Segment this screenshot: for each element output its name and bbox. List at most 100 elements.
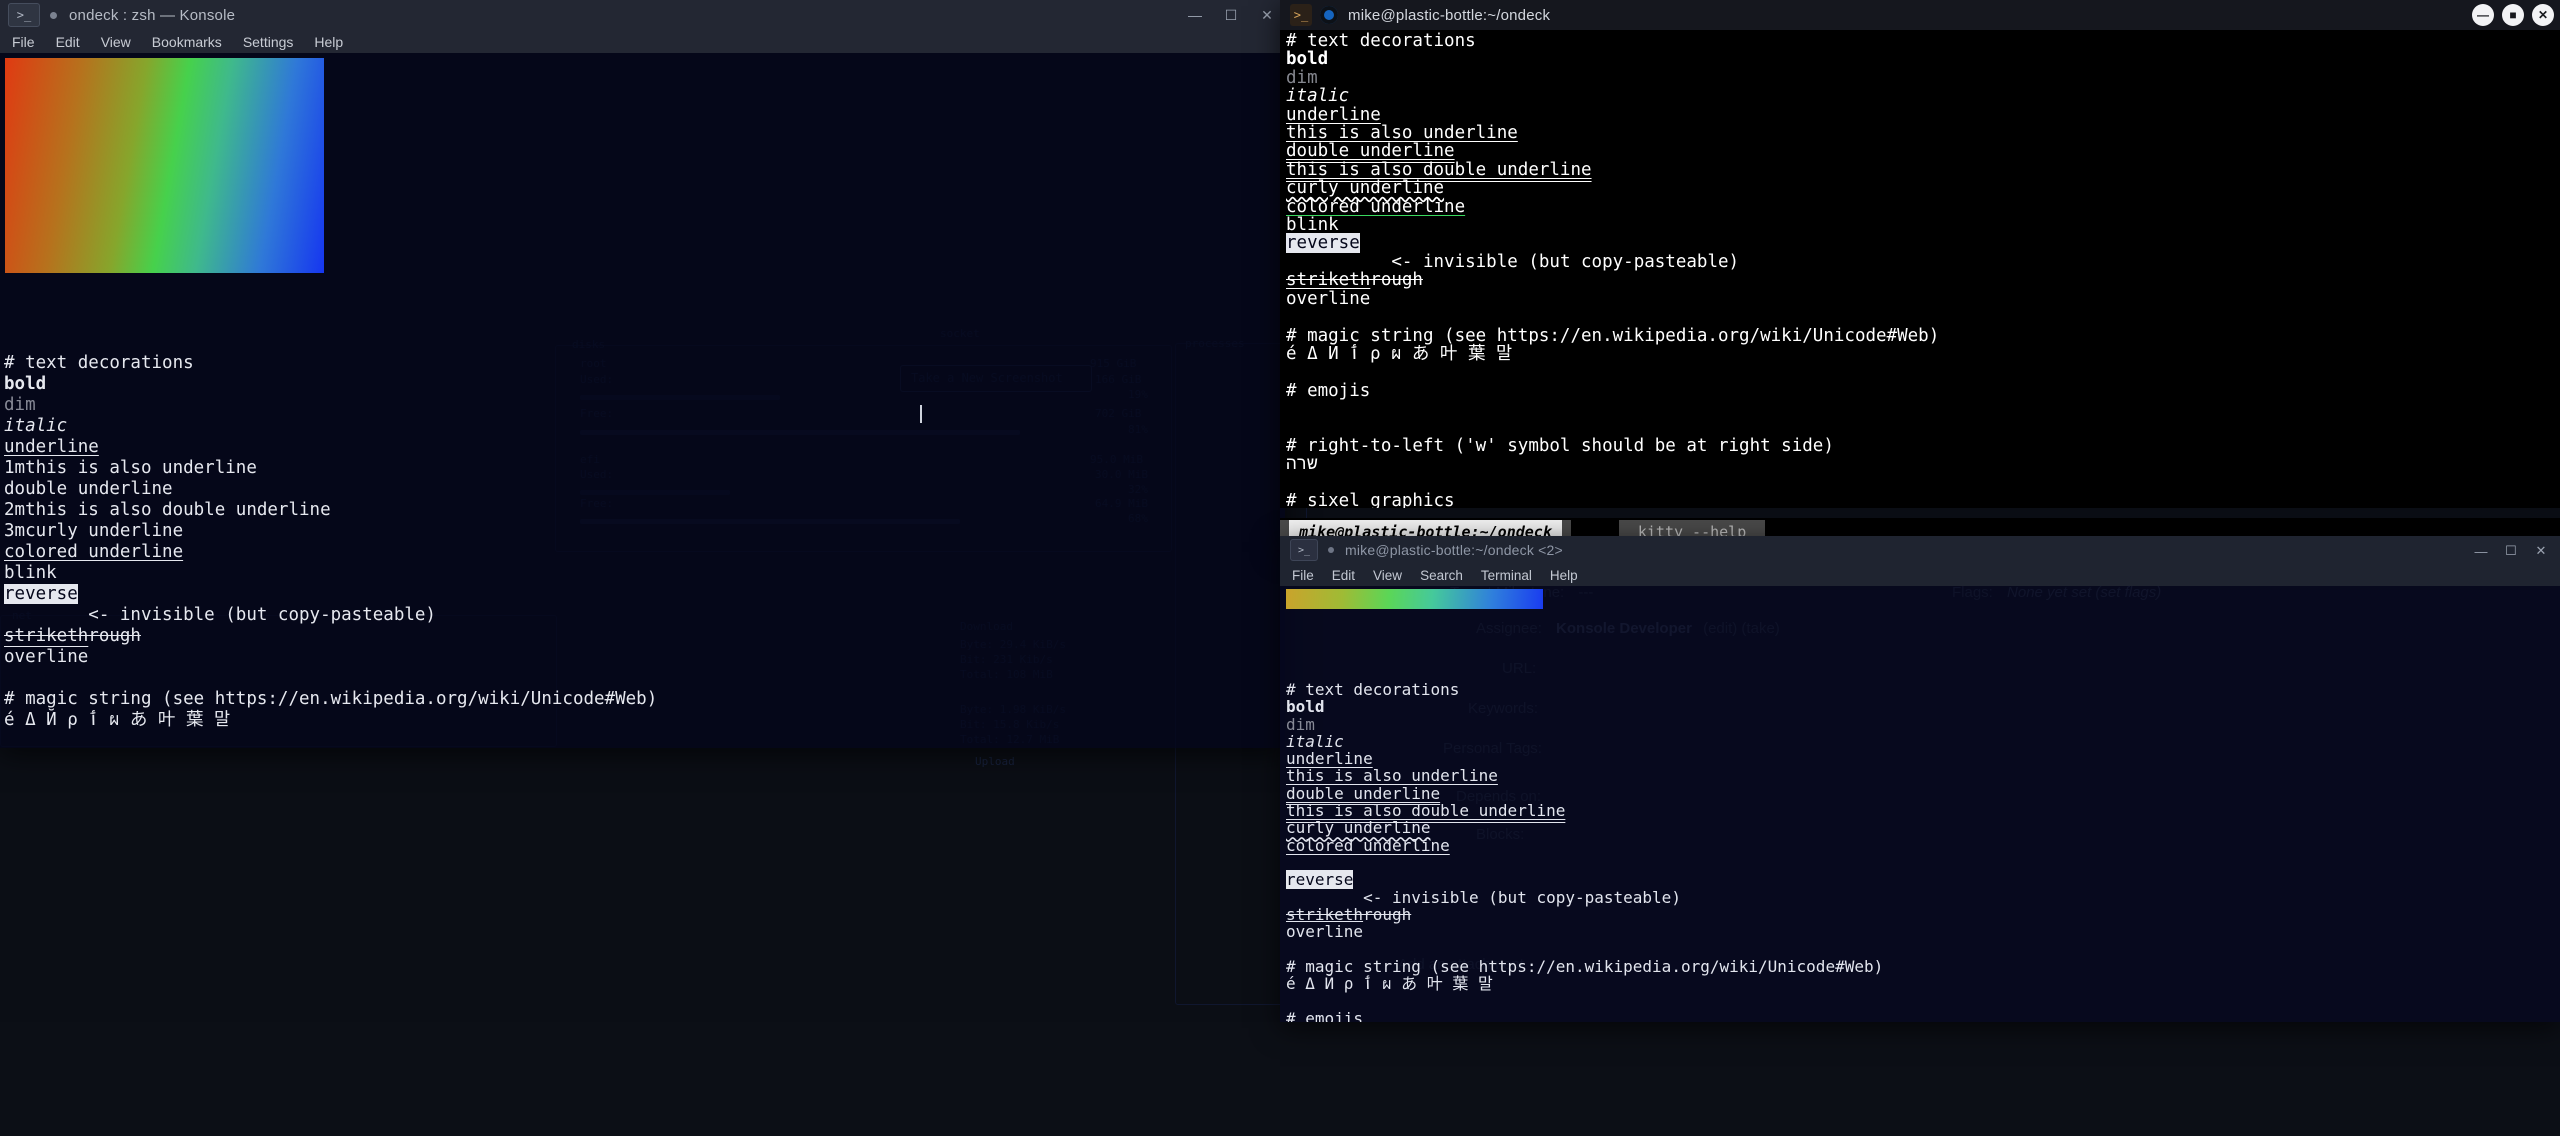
menu-settings[interactable]: Settings (243, 34, 294, 50)
kitty-window-controls[interactable]: — ■ ✕ (2472, 0, 2554, 30)
terminal-text: reverse (4, 584, 78, 604)
menu-view[interactable]: View (101, 34, 131, 50)
terminal-line: # right-to-left ('w' symbol should be at… (1286, 437, 1939, 455)
minimize-button[interactable]: — (2472, 4, 2494, 26)
terminal-text: # magic string (see https://en.wikipedia… (1286, 956, 1884, 976)
menu-file[interactable]: File (1292, 568, 1314, 583)
terminal-line: bold (1286, 698, 1883, 715)
terminal-text: שרה (1286, 454, 1318, 475)
konsole1-titlebar[interactable]: >_ ondeck : zsh — Konsole — ☐ ✕ (0, 0, 1285, 30)
terminal-text: this is also underline (1286, 123, 1518, 144)
window-konsole-ondeck-2[interactable]: >_ mike@plastic-bottle:~/ondeck <2> — ☐ … (1280, 536, 2560, 1022)
terminal-line: overline (4, 647, 657, 668)
terminal-text: reverse (1286, 233, 1360, 254)
konsole1-window-controls[interactable]: — ☐ ✕ (1177, 0, 1285, 30)
kitty-terminal-icon: >_ (1290, 4, 1312, 26)
terminal-text: é Δ Й ρ ٲ ผ あ 叶 葉 말 (1286, 974, 1493, 994)
konsole2-menubar[interactable]: File Edit View Search Terminal Help (1280, 564, 2560, 586)
konsole-icon: >_ (8, 3, 40, 27)
terminal-line: underline (4, 437, 657, 458)
konsole-icon: >_ (1290, 539, 1318, 561)
terminal-text: italic (4, 416, 68, 436)
terminal-text: # right-to-left ('w' symbol should be at… (1286, 435, 1834, 456)
kitty-logo-icon (1320, 6, 1338, 24)
menu-terminal[interactable]: Terminal (1481, 568, 1532, 583)
window-kitty[interactable]: >_ mike@plastic-bottle:~/ondeck — ■ ✕ # … (1280, 0, 2560, 546)
konsole2-terminal-area[interactable]: # text decorations bold dim italic underline… (1280, 586, 2560, 1022)
terminal-text: strikethrough (1286, 270, 1423, 291)
terminal-line: 3mcurly underline (4, 521, 657, 542)
menu-help[interactable]: Help (1550, 568, 1578, 583)
konsole2-terminal-output: # text decorations bold dim italic underline… (1286, 681, 1883, 1022)
kitty-titlebar[interactable]: >_ mike@plastic-bottle:~/ondeck — ■ ✕ (1280, 0, 2560, 30)
terminal-line: blink (1286, 216, 1939, 234)
terminal-text: dim (1286, 67, 1318, 88)
terminal-line: bold (4, 374, 657, 395)
menu-edit[interactable]: Edit (56, 34, 80, 50)
terminal-text: é Δ Й ρ ٲ ผ あ 叶 葉 말 (4, 710, 231, 730)
terminal-text: bold (1286, 697, 1325, 717)
window-konsole-ondeck[interactable]: >_ ondeck : zsh — Konsole — ☐ ✕ File Edi… (0, 0, 1285, 748)
minimize-button[interactable]: — (1177, 0, 1213, 30)
menu-search[interactable]: Search (1420, 568, 1463, 583)
maximize-button[interactable]: ☐ (1213, 0, 1249, 30)
terminal-text: this is also underline (1286, 766, 1498, 786)
konsole1-terminal-area[interactable]: # text decorations bold dim italic underline… (0, 53, 1285, 748)
terminal-line: é Δ Й ٲ ρ ผ あ 叶 葉 말 (1286, 345, 1939, 363)
menu-help[interactable]: Help (314, 34, 343, 50)
terminal-line: <- invisible (but copy-pasteable) (1286, 888, 1883, 906)
terminal-line: underline (1286, 105, 1939, 124)
maximize-button[interactable]: ☐ (2496, 537, 2526, 565)
terminal-line: # emojis (1286, 1009, 1883, 1022)
terminal-line: overline (1286, 289, 1939, 308)
close-button[interactable]: ✕ (2526, 537, 2556, 565)
terminal-line: # emojis (1286, 382, 1939, 400)
text-cursor-icon (920, 405, 922, 423)
terminal-line: # magic string (see https://en.wikipedia… (1286, 325, 1940, 346)
terminal-line: this is also underline (1286, 124, 1939, 142)
terminal-line: strikethrough (4, 626, 657, 647)
menu-bookmarks[interactable]: Bookmarks (152, 34, 222, 50)
terminal-text: <- invisible (but copy-pasteable) (4, 605, 436, 625)
terminal-text: italic (1286, 86, 1350, 107)
maximize-button[interactable]: ■ (2502, 4, 2524, 26)
terminal-line: strikethrough (1286, 271, 1939, 289)
terminal-text: 1mthis is also underline (4, 458, 257, 478)
minimize-button[interactable]: — (2466, 537, 2496, 565)
konsole1-menubar[interactable]: File Edit View Bookmarks Settings Help (0, 30, 1285, 53)
terminal-text: this is also double underline (1286, 801, 1566, 821)
terminal-text: # magic string (see https://en.wikipedia… (4, 689, 658, 709)
terminal-line: underline (1286, 750, 1883, 767)
terminal-line: colored underline (1286, 837, 1883, 854)
konsole1-title: ondeck : zsh — Konsole (69, 6, 236, 24)
terminal-line: double underline (1286, 142, 1939, 161)
terminal-line: dim (4, 395, 657, 416)
terminal-text: strikethrough (4, 626, 141, 646)
terminal-text: this is also double underline (1286, 159, 1592, 180)
terminal-line: reverse (1286, 870, 1883, 890)
terminal-text: curly underline (1286, 178, 1445, 199)
terminal-text: # magic string (see https://en.wikipedia… (1286, 325, 1940, 346)
terminal-text: double underline (4, 479, 173, 499)
konsole2-window-controls[interactable]: — ☐ ✕ (2466, 536, 2556, 566)
konsole2-title: mike@plastic-bottle:~/ondeck <2> (1345, 542, 1563, 558)
terminal-line: reverse (1286, 233, 1939, 254)
terminal-line: é Δ Й ρ ٲ ผ あ 叶 葉 말 (1286, 975, 1883, 992)
kitty-title: mike@plastic-bottle:~/ondeck (1348, 6, 1551, 24)
terminal-text: blink (4, 563, 57, 583)
menu-file[interactable]: File (12, 34, 35, 50)
terminal-line: reverse (4, 584, 657, 605)
terminal-line: italic (1286, 87, 1939, 105)
close-button[interactable]: ✕ (2532, 4, 2554, 26)
kitty-terminal-area[interactable]: # text decorations bold dim italic underline… (1280, 30, 2560, 508)
terminal-line: italic (4, 416, 657, 437)
menu-edit[interactable]: Edit (1332, 568, 1355, 583)
terminal-line: # magic string (see https://en.wikipedia… (4, 689, 657, 710)
terminal-line: 1mthis is also underline (4, 458, 657, 479)
terminal-text: strikethrough (1286, 904, 1412, 924)
konsole2-titlebar[interactable]: >_ mike@plastic-bottle:~/ondeck <2> — ☐ … (1280, 536, 2560, 564)
menu-view[interactable]: View (1373, 568, 1402, 583)
